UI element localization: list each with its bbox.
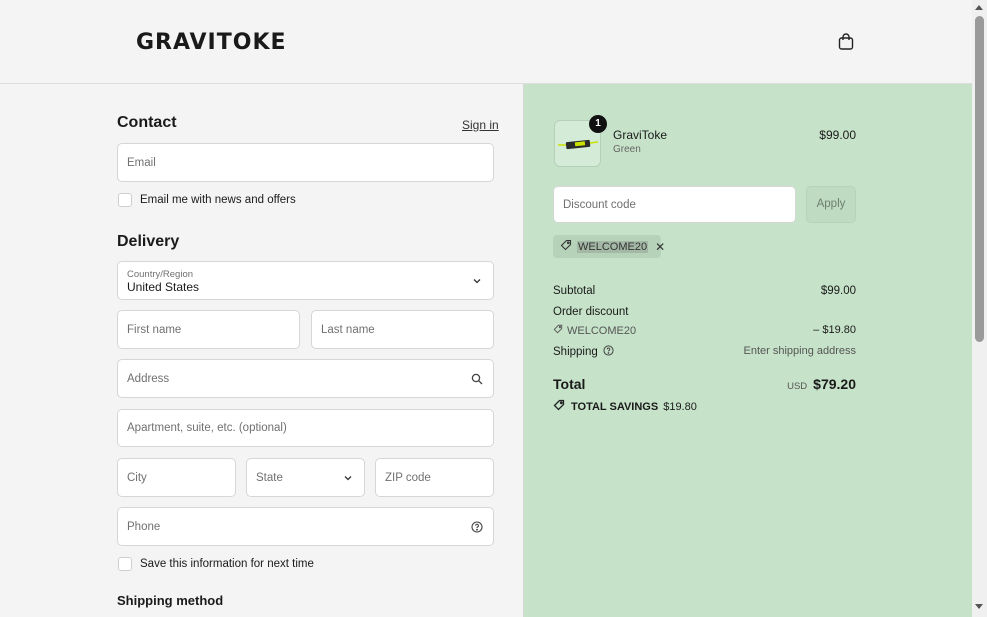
phone-placeholder: Phone <box>127 520 161 533</box>
shipping-value: Enter shipping address <box>743 345 856 357</box>
discount-code-input[interactable]: Discount code <box>553 186 796 223</box>
order-summary: 1 GraviToke Green $99.00 Discount code A… <box>523 84 972 617</box>
save-info-label: Save this information for next time <box>140 558 314 570</box>
shipping-row: Shipping <box>553 345 614 359</box>
contact-heading: Contact <box>117 114 177 131</box>
address-placeholder: Address <box>127 372 170 385</box>
quantity-badge: 1 <box>589 115 607 133</box>
help-icon[interactable] <box>471 520 483 533</box>
total-value: $79.20 <box>813 376 856 392</box>
search-icon[interactable] <box>471 373 483 385</box>
brand-logo[interactable]: GRAVITOKE <box>136 30 287 55</box>
total-savings-row: TOTAL SAVINGS $19.80 <box>553 399 697 414</box>
chevron-down-icon <box>342 472 354 484</box>
subtotal-label: Subtotal <box>553 285 596 297</box>
discount-placeholder: Discount code <box>563 198 636 211</box>
product-variant: Green <box>613 144 641 155</box>
apartment-placeholder: Apartment, suite, etc. (optional) <box>127 422 287 434</box>
zip-placeholder: ZIP code <box>385 471 431 484</box>
newsletter-checkbox[interactable] <box>118 193 132 207</box>
total-label: Total <box>553 376 586 392</box>
zip-field[interactable]: ZIP code <box>375 458 494 497</box>
state-placeholder: State <box>256 471 283 484</box>
remove-discount-icon[interactable]: ✕ <box>655 240 665 254</box>
country-label: Country/Region <box>127 269 194 280</box>
save-info-checkbox[interactable] <box>118 557 132 571</box>
currency-code: USD <box>787 381 808 392</box>
first-name-field[interactable]: First name <box>117 310 300 349</box>
product-name: GraviToke <box>613 128 668 142</box>
savings-label: TOTAL SAVINGS <box>571 400 659 413</box>
scrollbar-thumb[interactable] <box>975 16 984 342</box>
email-placeholder: Email <box>127 156 156 169</box>
scroll-up-arrow-icon[interactable] <box>975 5 983 10</box>
sign-in-link[interactable]: Sign in <box>462 118 499 132</box>
total-amount: USD $79.20 <box>787 376 856 392</box>
savings-tag-icon <box>553 399 565 414</box>
scroll-down-arrow-icon[interactable] <box>975 604 983 609</box>
order-discount-label: Order discount <box>553 306 629 318</box>
tag-icon <box>553 324 563 337</box>
last-name-placeholder: Last name <box>321 323 375 336</box>
help-icon[interactable] <box>603 345 614 359</box>
tag-icon <box>560 239 572 254</box>
page-scrollbar[interactable] <box>972 0 987 617</box>
save-info-checkbox-row[interactable]: Save this information for next time <box>118 557 314 571</box>
savings-value: $19.80 <box>663 400 697 413</box>
address-field[interactable]: Address <box>117 359 494 398</box>
city-placeholder: City <box>127 471 147 484</box>
country-select[interactable]: Country/Region United States <box>117 261 494 300</box>
phone-field[interactable]: Phone <box>117 507 494 546</box>
applied-discount-chip: WELCOME20 ✕ <box>553 235 665 258</box>
product-price: $99.00 <box>819 128 856 142</box>
country-value: United States <box>127 280 200 294</box>
apartment-field[interactable]: Apartment, suite, etc. (optional) <box>117 409 494 447</box>
state-select[interactable]: State <box>246 458 365 497</box>
last-name-field[interactable]: Last name <box>311 310 494 349</box>
chevron-down-icon <box>471 275 483 287</box>
newsletter-label: Email me with news and offers <box>140 194 296 206</box>
site-header: GRAVITOKE <box>0 0 972 84</box>
shopping-bag-icon[interactable] <box>836 32 856 52</box>
subtotal-value: $99.00 <box>820 285 856 297</box>
shipping-label: Shipping <box>553 346 598 358</box>
email-field[interactable]: Email <box>117 143 494 182</box>
order-discount-value: – $19.80 <box>813 324 856 336</box>
shipping-method-heading: Shipping method <box>117 593 224 608</box>
order-discount-code-row: WELCOME20 <box>553 324 636 337</box>
checkout-form: Contact Sign in Email Email me with news… <box>0 84 523 617</box>
newsletter-checkbox-row[interactable]: Email me with news and offers <box>118 193 296 207</box>
order-discount-code: WELCOME20 <box>567 324 637 337</box>
delivery-heading: Delivery <box>117 233 180 250</box>
applied-discount-code: WELCOME20 <box>577 240 649 253</box>
first-name-placeholder: First name <box>127 323 182 336</box>
city-field[interactable]: City <box>117 458 236 497</box>
apply-button[interactable]: Apply <box>806 186 856 223</box>
